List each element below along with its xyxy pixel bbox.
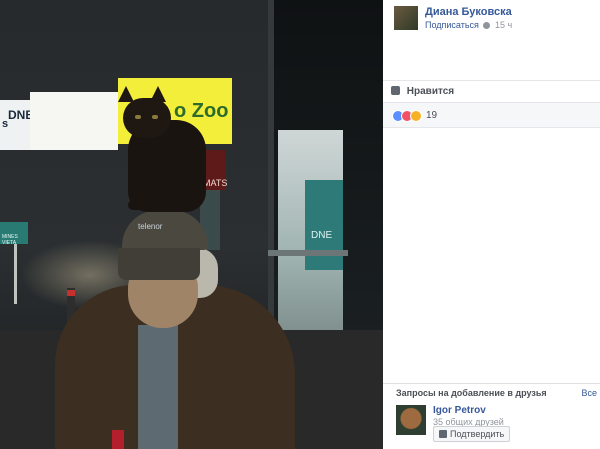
friend-requests-title: Запросы на добавление в друзья: [396, 388, 547, 398]
wow-reaction-icon: [410, 110, 422, 122]
door-sign-text: DNE: [311, 230, 333, 241]
confirm-friend-button[interactable]: Подтвердить: [433, 426, 511, 442]
subscribe-link[interactable]: Подписаться: [425, 20, 479, 30]
cat-eye-left: [135, 115, 141, 119]
post-side-panel: Диана Буковска Подписаться 15 ч Нравится…: [383, 0, 600, 449]
friend-request-name[interactable]: Igor Petrov: [433, 405, 486, 416]
zoo-sign-text: o Zoo: [174, 100, 229, 122]
post-time[interactable]: 15 ч: [495, 20, 512, 30]
cat-eye-right: [152, 115, 158, 119]
add-friend-icon: [439, 430, 447, 438]
thumbs-up-icon: [391, 86, 400, 95]
cap-logo: telenor: [138, 222, 163, 231]
like-button[interactable]: Нравится: [391, 86, 454, 97]
friend-request-avatar[interactable]: [396, 405, 426, 435]
door-handle-bar: [268, 250, 348, 256]
confirm-label: Подтвердить: [450, 429, 505, 439]
sign-pole: [14, 244, 17, 304]
author-name[interactable]: Диана Буковска: [425, 6, 512, 18]
lightbox-sign: [30, 92, 118, 150]
bollard-light: [67, 290, 75, 296]
see-all-link[interactable]: Все: [581, 388, 597, 398]
author-meta: Подписаться 15 ч: [425, 20, 512, 30]
post-photo[interactable]: s DNB o Zoo OMATS MINES VIETA DNE teleno…: [0, 0, 383, 449]
cat-ear-left: [118, 86, 134, 102]
reactions-bar[interactable]: 19: [383, 102, 600, 128]
cat-head: [123, 98, 171, 138]
divider: [383, 383, 600, 384]
globe-icon: [483, 22, 491, 29]
author-avatar[interactable]: [394, 6, 418, 30]
cap-brim: [118, 248, 200, 280]
like-label: Нравится: [406, 86, 455, 97]
red-item: [112, 430, 124, 449]
reaction-count[interactable]: 19: [426, 110, 437, 121]
man-shirt: [138, 325, 178, 449]
door-panel: DNE: [305, 180, 343, 270]
divider: [383, 80, 600, 81]
